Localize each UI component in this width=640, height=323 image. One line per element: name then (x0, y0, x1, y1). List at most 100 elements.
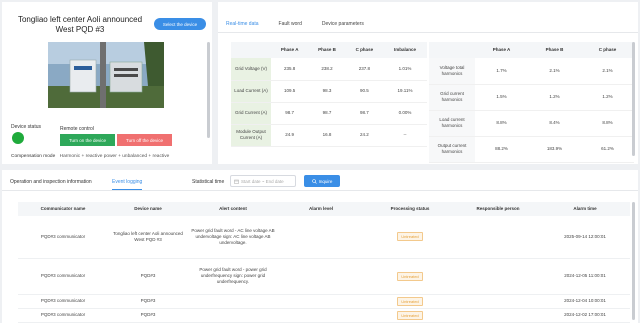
row-label: Output current harmonics (429, 136, 475, 163)
table-header-row: Phase A Phase B C phase (429, 42, 634, 58)
table-cell: Power grid fault word - power grid under… (188, 258, 278, 295)
table-cell: 2024-12-05 11:00:01 (540, 258, 630, 295)
table-cell: PQD#3 communicator (18, 308, 108, 323)
table-header: Alarm level (278, 202, 364, 216)
table-cell: 235.8 (271, 58, 309, 81)
status-badge: Untreated (397, 310, 423, 320)
table-header: Alarm time (540, 202, 630, 216)
device-photo (48, 42, 164, 108)
table-header: Communicator name (18, 202, 108, 216)
table-row: Module Output Current (A) 24.9 16.8 24.2… (231, 124, 427, 147)
table-cell: 24.9 (271, 124, 309, 147)
table-cell: PQD#3 (108, 294, 188, 309)
table-cell: 90.5 (345, 80, 383, 103)
status-badge: Untreated (397, 296, 423, 306)
table-cell: 98.7 (271, 102, 309, 125)
table-cell: Power grid fault word - AC line voltage … (188, 216, 278, 259)
section-title: Operation and inspection information (10, 179, 92, 185)
table-row[interactable]: PQD#3 communicator PQD#3 Power grid faul… (18, 258, 630, 295)
table-row: Load Current (A) 109.5 98.3 90.5 19.11% (231, 80, 427, 103)
device-card: Tongliao left center Aoli announced West… (2, 2, 212, 164)
table-cell: PQD#3 (108, 308, 188, 323)
table-cell: 1.7% (475, 58, 528, 85)
table-header: C phase (345, 42, 383, 58)
table-cell: 16.8 (308, 124, 346, 147)
table-cell (188, 294, 278, 309)
table-cell: 61.2% (581, 136, 634, 163)
tab-event-logging[interactable]: Event logging (112, 179, 143, 190)
table-header: Responsible person (456, 202, 540, 216)
table-header-row: Phase A Phase B C phase Imbalance (231, 42, 427, 58)
table-cell: 2024-12-04 10:00:01 (540, 294, 630, 309)
table-row[interactable]: PQD#3 communicator PQD#3 Untreated 2024-… (18, 294, 630, 309)
table-cell: 238.2 (308, 58, 346, 81)
table-cell: Tongliao left center Aoli announced West… (108, 216, 188, 259)
turn-on-button[interactable]: Turn on the device (60, 134, 115, 146)
select-device-button[interactable]: Select the device (154, 18, 206, 30)
row-label: Grid Voltage (V) (231, 58, 271, 81)
date-range-input[interactable]: Start date ~ End date (230, 175, 296, 187)
table-row: Voltage total harmonics 1.7% 2.1% 2.1% (429, 58, 634, 85)
table-cell: 98.7 (308, 102, 346, 125)
table-cell: 0.00% (383, 102, 427, 125)
table-cell: 237.8 (345, 58, 383, 81)
tab-divider (218, 32, 638, 33)
table-row[interactable]: PQD#3 communicator Tongliao left center … (18, 216, 630, 259)
table-cell (278, 294, 364, 309)
row-label: Load current harmonics (429, 110, 475, 137)
table-row: Load current harmonics 8.8% 8.4% 8.8% (429, 110, 634, 137)
table-row[interactable]: PQD#3 communicator PQD#3 Untreated 2024-… (18, 308, 630, 323)
device-title: Tongliao left center Aoli announced West… (17, 15, 143, 34)
tab-divider (2, 190, 638, 191)
search-icon (311, 178, 317, 184)
table-cell (278, 216, 364, 259)
table-cell (278, 258, 364, 295)
table-cell: Untreated (364, 308, 456, 323)
table-header (429, 42, 475, 58)
table-cell (456, 258, 540, 295)
event-log-scrollbar[interactable] (632, 202, 635, 320)
turn-off-button[interactable]: Turn off the device (117, 134, 172, 146)
table-cell: 19.11% (383, 80, 427, 103)
row-label: Grid current harmonics (429, 84, 475, 111)
table-row: Grid Current (A) 98.7 98.7 98.7 0.00% (231, 102, 427, 125)
table-header: Phase B (528, 42, 581, 58)
table-cell: Untreated (364, 258, 456, 295)
table-row: Output current harmonics 88.2% 183.9% 61… (429, 136, 634, 163)
table-header: Processing status (364, 202, 456, 216)
table-header (231, 42, 271, 58)
inquire-button[interactable]: Inquire (304, 175, 340, 187)
table-header-row: Communicator name Device name Alert cont… (18, 202, 630, 216)
table-cell (188, 308, 278, 323)
row-label: Module Output Current (A) (231, 124, 271, 147)
table-header: Device name (108, 202, 188, 216)
table-row: Grid current harmonics 1.5% 1.2% 1.2% (429, 84, 634, 111)
table-row: Grid Voltage (V) 235.8 238.2 237.8 1.01% (231, 58, 427, 81)
inquire-label: Inquire (318, 178, 333, 184)
left-scrollbar[interactable] (207, 42, 210, 138)
harmonics-table: Phase A Phase B C phase Voltage total ha… (429, 42, 634, 163)
device-status-label: Device status (11, 124, 42, 130)
table-cell: 8.8% (475, 110, 528, 137)
table-cell: PQD#3 communicator (18, 216, 108, 259)
table-cell: 8.4% (528, 110, 581, 137)
table-cell: 2.1% (581, 58, 634, 85)
table-cell: 2024-12-02 17:00:01 (540, 308, 630, 323)
compensation-mode-value: Harmonic + reactive power + unbalanced +… (59, 154, 170, 159)
table-cell: 1.01% (383, 58, 427, 81)
realtime-card: Real-time data Fault word Device paramet… (218, 2, 638, 164)
table-cell: PQD#3 communicator (18, 294, 108, 309)
realtime-scrollbar[interactable] (632, 42, 635, 156)
statistical-time-label: Statistical time (192, 179, 225, 185)
table-cell: Untreated (364, 216, 456, 259)
table-header: Imbalance (383, 42, 427, 58)
table-cell: 98.7 (345, 102, 383, 125)
status-badge: Untreated (397, 271, 423, 281)
measurement-table: Phase A Phase B C phase Imbalance Grid V… (231, 42, 427, 147)
table-cell: 1.2% (581, 84, 634, 111)
table-header: Alert content (188, 202, 278, 216)
date-range-placeholder: Start date ~ End date (241, 178, 284, 184)
table-cell: 1.2% (528, 84, 581, 111)
table-cell: 2025-09-14 12:00:01 (540, 216, 630, 259)
row-label: Load Current (A) (231, 80, 271, 103)
